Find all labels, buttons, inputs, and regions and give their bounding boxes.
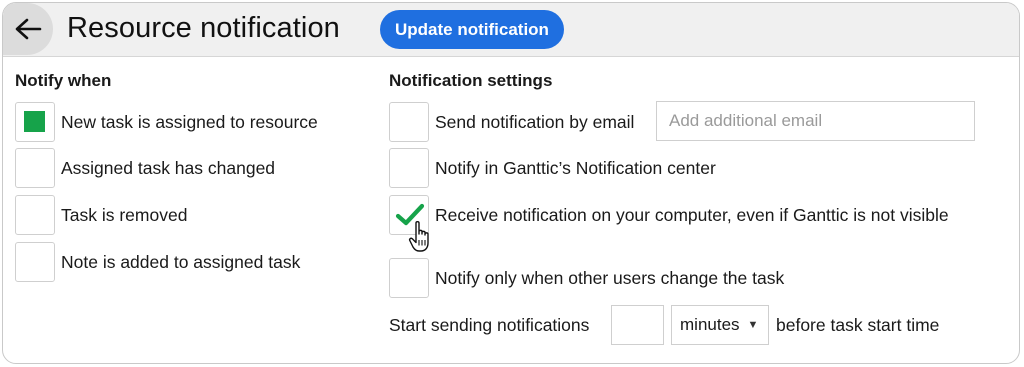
header-bar: Resource notification Update notificatio… <box>3 3 1019 57</box>
label-new-task-assigned: New task is assigned to resource <box>61 112 318 132</box>
label-note-added: Note is added to assigned task <box>61 252 301 272</box>
checkbox-task-removed[interactable] <box>15 195 55 235</box>
label-task-removed: Task is removed <box>61 205 188 225</box>
checkbox-other-users-only[interactable] <box>389 258 429 298</box>
update-notification-button[interactable]: Update notification <box>380 10 564 49</box>
checkbox-notification-center[interactable] <box>389 148 429 188</box>
checkbox-assigned-task-changed[interactable] <box>15 148 55 188</box>
label-start-sending: Start sending notifications <box>389 315 590 335</box>
label-other-users-only: Notify only when other users change the … <box>435 268 785 288</box>
start-time-input[interactable] <box>611 305 664 345</box>
checkbox-new-task-assigned[interactable] <box>15 102 55 142</box>
checkbox-note-added[interactable] <box>15 242 55 282</box>
arrow-left-icon <box>15 18 42 40</box>
notify-when-title: Notify when <box>15 71 112 90</box>
checked-indicator <box>24 111 45 132</box>
notification-settings-title: Notification settings <box>389 71 553 90</box>
label-notification-center: Notify in Ganttic’s Notification center <box>435 158 716 178</box>
label-before-task-start: before task start time <box>776 315 940 335</box>
time-unit-value: minutes <box>680 315 740 334</box>
label-assigned-task-changed: Assigned task has changed <box>61 158 276 178</box>
label-email: Send notification by email <box>435 112 635 132</box>
caret-down-icon: ▼ <box>747 319 759 331</box>
resource-notification-panel: Resource notification Update notificatio… <box>2 2 1020 364</box>
label-computer-notification: Receive notification on your computer, e… <box>435 205 949 225</box>
checkbox-email[interactable] <box>389 102 429 142</box>
hand-cursor-icon <box>408 221 429 252</box>
additional-email-input[interactable] <box>656 101 975 141</box>
time-unit-select[interactable]: minutes ▼ <box>671 305 769 345</box>
page-title: Resource notification <box>67 12 340 44</box>
back-button[interactable] <box>3 3 53 55</box>
